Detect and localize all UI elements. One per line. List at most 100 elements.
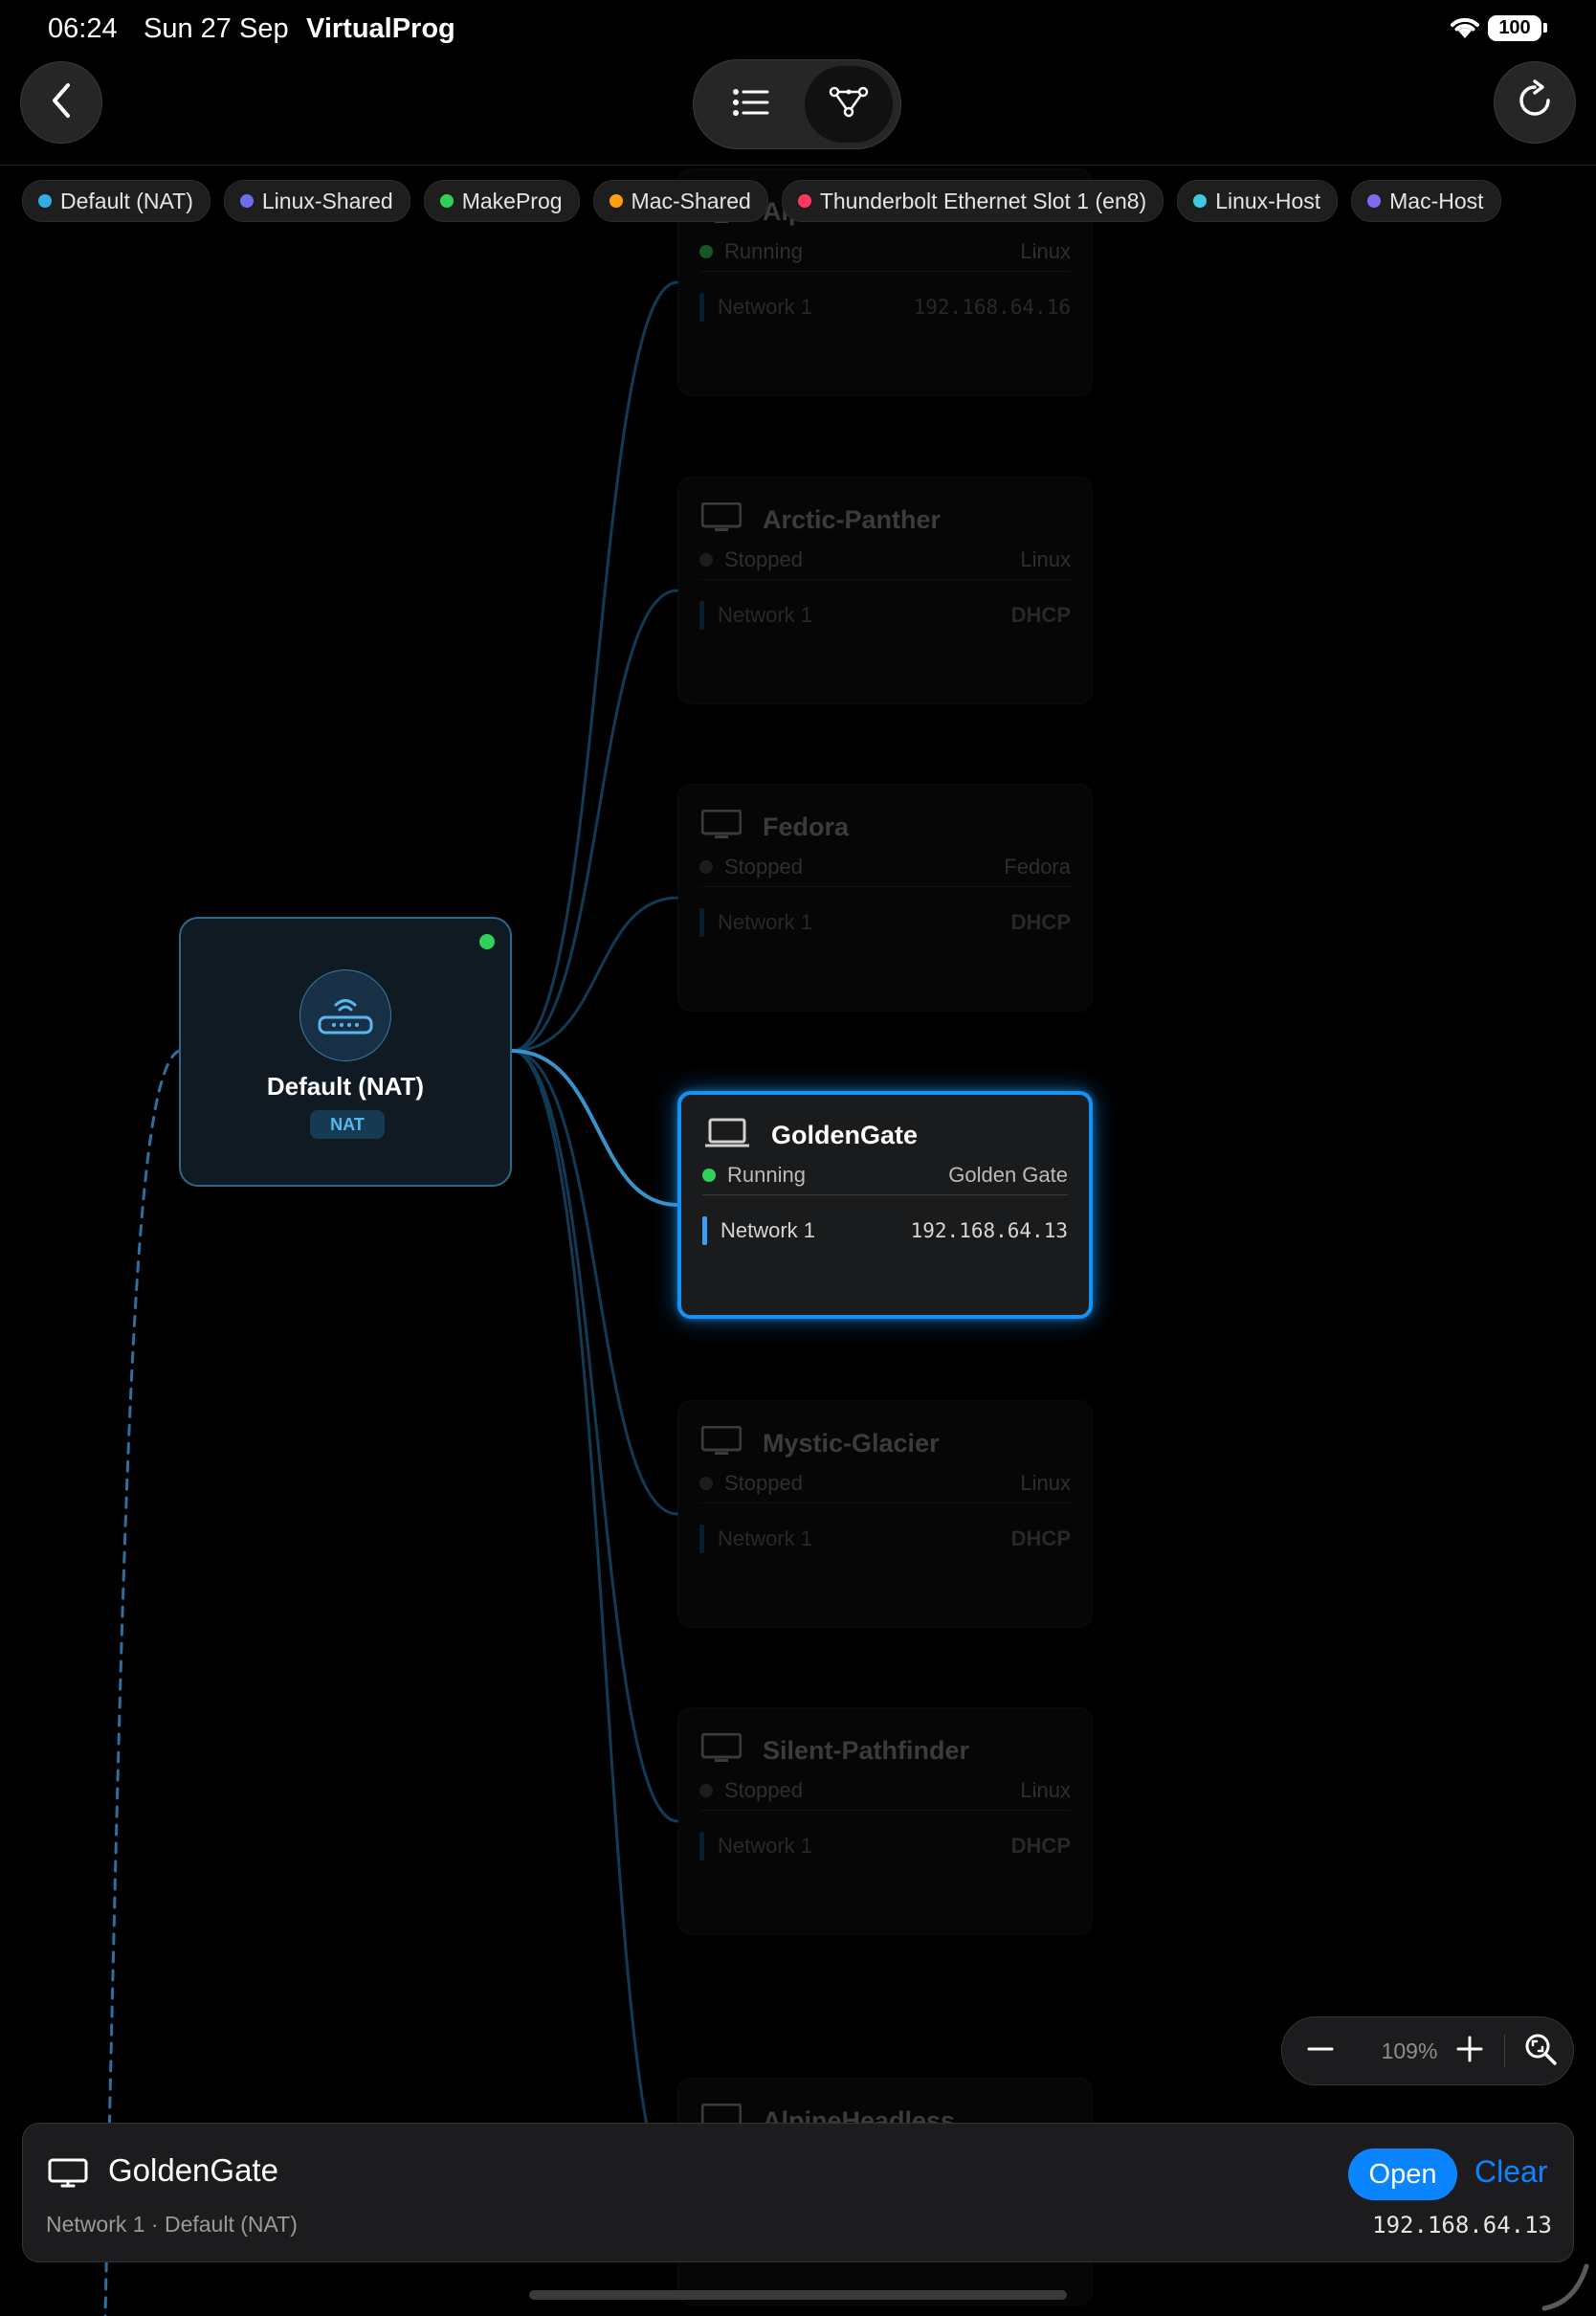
network-chip-default-nat[interactable]: Default (NAT) [22,180,211,222]
vm-card-header: Mystic-Glacier [700,1425,940,1461]
network-color-dot [38,194,52,208]
chip-label: Default (NAT) [60,188,193,213]
network-color-bar [699,1525,704,1553]
chevron-left-icon [50,81,73,124]
network-chip-makeprog[interactable]: MakeProg [423,180,580,222]
vm-network-row: Network 1 DHCP [699,1524,1071,1554]
vm-status: Stopped [724,547,803,571]
zoom-in-button[interactable] [1435,2017,1504,2084]
selection-subtitle: Network 1 · Default (NAT) [46,2212,298,2237]
minus-icon [1306,2035,1335,2068]
vm-status-row: Stopped Fedora [699,848,1071,887]
zoom-out-button[interactable] [1286,2017,1355,2084]
vm-os: Linux [1020,1778,1071,1802]
vm-network-row: Network 1 192.168.64.13 [702,1215,1068,1246]
vm-status: Running [727,1163,806,1187]
edge-nat-silent-pathfinder [510,1049,679,1823]
vm-card-silent-pathfinder[interactable]: Silent-Pathfinder Stopped Linux Network … [677,1707,1093,1935]
monitor-icon [700,1732,743,1769]
vm-name: Fedora [763,813,850,841]
selection-title: GoldenGate [108,2152,278,2188]
network-color-bar [699,293,704,322]
vm-card-header: Fedora [700,809,850,845]
zoom-to-fit-button[interactable] [1506,2017,1575,2084]
status-date: Sun 27 Sep [144,13,289,44]
vm-card-mystic-glacier[interactable]: Mystic-Glacier Stopped Linux Network 1 D… [677,1400,1093,1628]
vm-status: Stopped [724,1778,803,1802]
network-color-dot [439,194,454,208]
status-dot [699,860,713,874]
selection-address: 192.168.64.13 [1372,2212,1552,2238]
vm-name: Arctic-Panther [763,505,942,534]
monitor-icon [700,809,743,845]
refresh-button[interactable] [1494,61,1576,144]
network-chip-thunderbolt-ethernet[interactable]: Thunderbolt Ethernet Slot 1 (en8) [781,180,1164,222]
wifi-icon [1449,13,1481,45]
clear-button[interactable]: Clear [1474,2154,1547,2190]
vm-network: Network 1 [718,1834,813,1858]
network-filter-chips: Default (NAT) Linux-Shared MakeProg Mac-… [22,180,1501,222]
divider [1504,2035,1505,2067]
back-button[interactable] [20,61,102,144]
chip-label: Mac-Shared [631,188,751,213]
home-indicator[interactable] [529,2290,1067,2300]
list-icon [732,88,770,122]
vm-os: Linux [1020,1471,1071,1495]
vm-address: DHCP [1010,603,1071,627]
vm-address: DHCP [1010,1526,1071,1550]
status-dot [479,934,495,949]
vm-card-fedora[interactable]: Fedora Stopped Fedora Network 1 DHCP [677,784,1093,1012]
network-color-dot [1367,194,1382,208]
topology-view-button[interactable] [805,66,893,143]
zoom-control: 109% [1281,2016,1574,2085]
status-dot [699,1784,713,1797]
router-icon [299,969,391,1061]
vm-card-header: Silent-Pathfinder [700,1732,970,1769]
battery-level: 100 [1488,15,1541,41]
plus-icon [1455,2035,1484,2068]
resize-corner-icon [1541,2263,1589,2311]
network-chip-mac-host[interactable]: Mac-Host [1351,180,1501,222]
vm-card-header: GoldenGate [704,1118,918,1153]
chip-label: Linux-Host [1215,188,1321,213]
vm-network-row: Network 1 DHCP [699,600,1071,631]
vm-address: 192.168.64.16 [913,296,1071,319]
vm-name: Silent-Pathfinder [763,1736,970,1765]
vm-network: Network 1 [718,910,813,934]
vm-address: DHCP [1010,910,1071,934]
network-color-bar [699,908,704,937]
monitor-icon [700,501,743,538]
network-chip-linux-host[interactable]: Linux-Host [1177,180,1339,222]
network-node-title: Default (NAT) [266,1072,425,1101]
vm-card-goldengate[interactable]: GoldenGate Running Golden Gate Network 1… [677,1091,1093,1319]
vm-network: Network 1 [720,1218,816,1242]
zoom-fit-icon [1523,2032,1558,2071]
monitor-icon [48,2158,88,2195]
vm-network-row: Network 1 192.168.64.16 [699,292,1071,323]
vm-status-row: Stopped Linux [699,1771,1071,1811]
network-chip-linux-shared[interactable]: Linux-Shared [223,180,410,222]
refresh-icon [1514,78,1556,126]
view-mode-segmented-control [693,59,901,149]
vm-os: Linux [1020,547,1071,571]
list-view-button[interactable] [707,66,795,143]
network-node-default-nat[interactable]: Default (NAT) NAT [179,917,512,1187]
vm-os: Golden Gate [948,1163,1068,1187]
network-color-bar [699,1832,704,1860]
network-chip-mac-shared[interactable]: Mac-Shared [592,180,768,222]
network-color-dot [797,194,811,208]
open-button[interactable]: Open [1348,2149,1457,2200]
network-type-badge: NAT [310,1110,385,1139]
vm-network: Network 1 [718,603,813,627]
vm-card-arctic-panther[interactable]: Arctic-Panther Stopped Linux Network 1 D… [677,477,1093,704]
battery-icon [1543,23,1547,33]
topology-icon [829,86,869,123]
vm-status-row: Running Linux [699,233,1071,272]
status-dot [702,1169,716,1182]
monitor-icon [700,1425,743,1461]
vm-status-row: Stopped Linux [699,1464,1071,1503]
network-color-dot [239,194,254,208]
chip-label: Mac-Host [1389,188,1484,213]
laptop-icon [704,1118,750,1153]
vm-network-row: Network 1 DHCP [699,907,1071,938]
